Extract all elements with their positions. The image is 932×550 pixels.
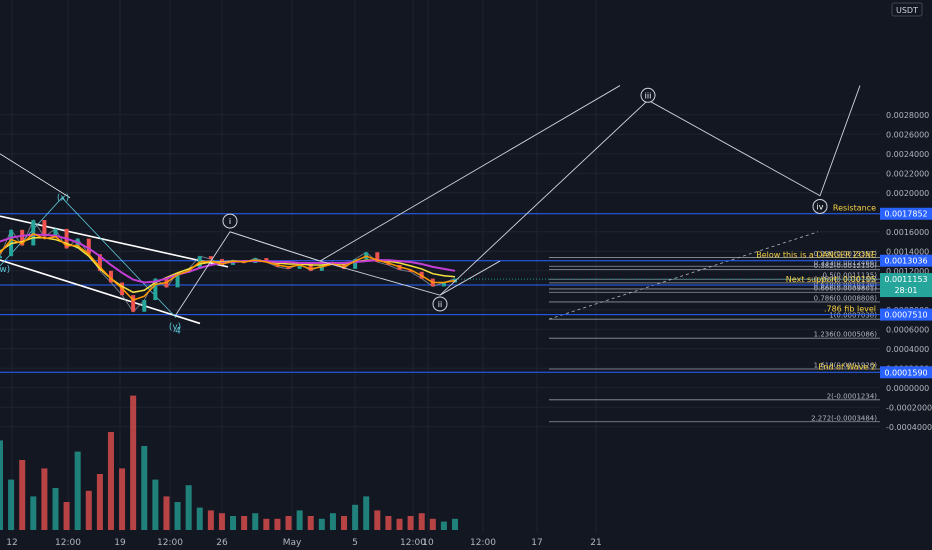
currency-badge-label: USDT [896, 6, 918, 15]
volume-bar [418, 513, 425, 530]
time-axis-tick: 26 [216, 538, 228, 548]
volume-bar [19, 460, 26, 530]
fib-label: 1.236(0.0005086) [814, 331, 878, 339]
volume-bar [263, 518, 270, 530]
candle [31, 220, 36, 246]
level-price-label: 0.0007510 [884, 311, 927, 320]
volume-bar [252, 513, 259, 530]
time-axis-tick: 21 [590, 538, 601, 548]
last-price-value: 0.0011153 [884, 275, 927, 284]
price-axis-tick: 0.0020000 [886, 189, 929, 198]
volume-bar [307, 516, 314, 530]
volume-bar [329, 513, 336, 530]
trading-chart[interactable]: 0.236(0.0013357)0.333(0.0012466)0.382(0.… [0, 0, 932, 550]
volume-bar [85, 490, 92, 530]
volume-bar [207, 510, 214, 530]
volume-bar [152, 479, 159, 530]
time-axis-tick: 12:00 [157, 538, 183, 548]
volume-bar [130, 395, 137, 530]
price-axis-tick: 0.0024000 [886, 150, 929, 159]
volume-bar [63, 502, 70, 530]
volume-bar [41, 468, 48, 530]
time-axis-tick: 12:00 [55, 538, 81, 548]
volume-bar [396, 518, 403, 530]
volume-bar [374, 510, 381, 530]
wave-label-text: i [229, 217, 231, 226]
volume-bar [8, 479, 15, 530]
time-axis[interactable]: 12 12:00 19 12:00 26 May 5 12:0010 12:00 17 21 [0, 532, 932, 550]
level-annotation: Resistance [833, 204, 876, 213]
candle [86, 238, 91, 255]
volume-bar [52, 488, 59, 530]
volume-bar [285, 516, 292, 530]
price-axis-tick: 0.0000000 [886, 384, 929, 393]
volume-bar [407, 516, 414, 530]
time-axis-tick: May [283, 538, 302, 548]
currency-badge[interactable]: USDT [891, 2, 923, 17]
volume-bar [341, 516, 348, 530]
wave-label-text: iv [817, 202, 824, 211]
volume-bar [318, 518, 325, 530]
level-annotation: Below this is a DANGER ZONE [756, 251, 876, 260]
volume-bar [352, 504, 359, 530]
volume-bar [241, 516, 248, 530]
price-axis-tick: 0.0022000 [886, 169, 929, 178]
fib-label: 2.272(-0.0003484) [811, 414, 877, 422]
price-axis[interactable]: 0.0028000 0.0026000 0.0024000 0.0022000 0.00… [880, 0, 932, 532]
volume-bar [196, 507, 203, 530]
volume-bar [174, 502, 181, 530]
level-annotation: .786 fib level [824, 305, 876, 314]
time-axis-tick: 17 [531, 538, 542, 548]
candle [0, 256, 2, 259]
price-axis-tick: 0.0004000 [886, 345, 929, 354]
time-axis-tick: 19 [114, 538, 126, 548]
volume-bar [163, 496, 170, 530]
price-axis-tick: 0.0026000 [886, 130, 929, 139]
price-axis-tick: 0.0028000 [886, 111, 929, 120]
fib-label: 0.382(0.0012150) [814, 262, 878, 270]
time-axis-tick: 12 [6, 538, 17, 548]
volume-bar [74, 451, 81, 530]
volume-bar [141, 446, 148, 530]
time-axis-tick: 10 [422, 538, 434, 548]
volume-bar [385, 516, 392, 530]
price-axis-tick: -0.0004000 [886, 423, 932, 432]
volume-bar [274, 518, 281, 530]
wave-label-text: iii [645, 91, 652, 100]
fib-label: 0.666(0.0009801) [814, 285, 878, 293]
wave-label-text: ii [438, 300, 442, 309]
price-axis-tick: 0.0006000 [886, 325, 929, 334]
level-price-label: 0.0013036 [884, 257, 927, 266]
volume-bar [30, 496, 37, 530]
wave-label-text: (w) [0, 265, 10, 275]
price-axis-tick: 0.0016000 [886, 228, 929, 237]
candle [142, 300, 147, 312]
volume-bar [363, 496, 370, 530]
volume-bar [230, 516, 237, 530]
level-price-label: 0.0001590 [884, 368, 927, 377]
fib-label: 0.786(0.0008808) [814, 294, 878, 302]
volume-bar [452, 518, 458, 530]
volume-bar [440, 521, 447, 530]
volume-bar [185, 485, 192, 530]
volume-bar [0, 440, 3, 530]
level-annotation: End of Wave 2 [818, 362, 876, 371]
time-axis-tick: 5 [352, 538, 358, 548]
price-axis-tick: -0.0002000 [886, 403, 932, 412]
fib-label: 2(-0.0001234) [827, 392, 878, 400]
time-axis-tick: 12:00 [470, 538, 496, 548]
volume-bar [218, 513, 225, 530]
time-axis-background [0, 532, 932, 550]
volume-bar [296, 510, 303, 530]
volume-bar [96, 474, 103, 530]
level-price-label: 0.0017852 [884, 210, 927, 219]
wave-label-text: 4 [175, 326, 181, 336]
volume-bar [429, 518, 436, 530]
wave-label-text: (x) [57, 194, 69, 204]
candle-countdown: 28:01 [894, 286, 917, 295]
volume-bar [119, 468, 126, 530]
volume-bar [107, 432, 114, 530]
level-annotation: Next support: 0.00105 [786, 275, 876, 284]
